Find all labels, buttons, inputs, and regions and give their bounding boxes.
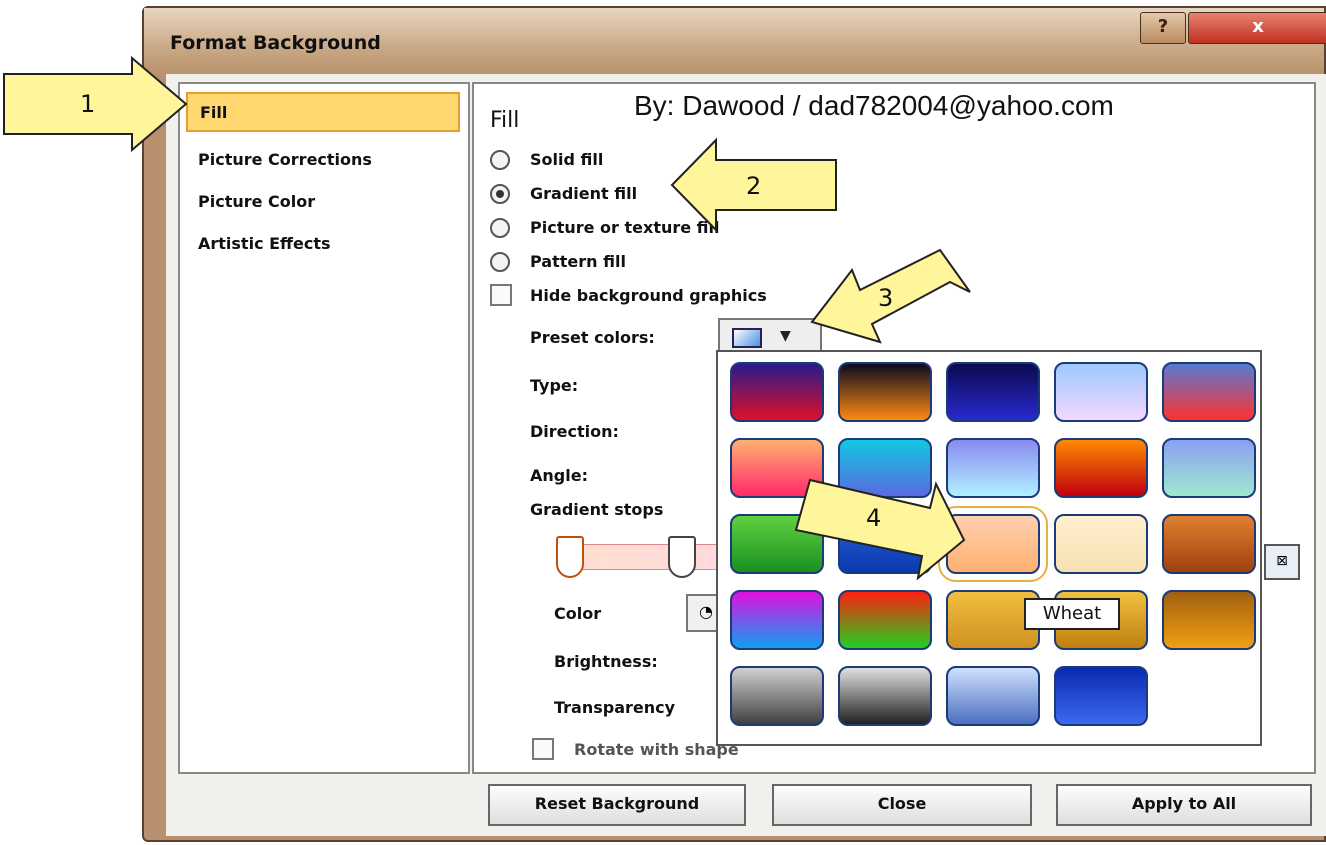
callout-number-4: 4: [866, 504, 882, 532]
